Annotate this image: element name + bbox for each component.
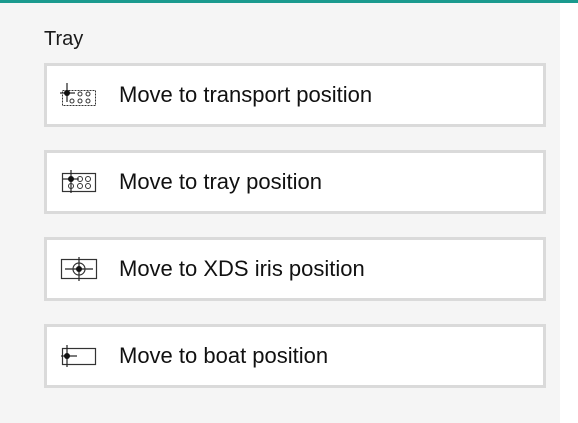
button-label: Move to transport position (119, 82, 373, 107)
group-title: Tray (44, 28, 84, 50)
move-to-boat-position-button[interactable]: Move to boat position (44, 324, 546, 388)
xds-iris-position-icon (59, 256, 99, 282)
boat-position-icon (59, 343, 99, 369)
button-label: Move to tray position (119, 169, 322, 194)
tray-position-icon (59, 169, 99, 195)
panel-top-accent-border (0, 0, 578, 3)
tray-panel: Tray Move to transport position Move to … (0, 0, 578, 423)
transport-position-icon (59, 82, 99, 108)
move-to-xds-iris-position-button[interactable]: Move to XDS iris position (44, 237, 546, 301)
button-label: Move to boat position (119, 343, 329, 368)
button-label: Move to XDS iris position (119, 256, 365, 281)
move-to-transport-position-button[interactable]: Move to transport position (44, 63, 546, 127)
panel-right-gutter (560, 3, 578, 423)
move-to-tray-position-button[interactable]: Move to tray position (44, 150, 546, 214)
